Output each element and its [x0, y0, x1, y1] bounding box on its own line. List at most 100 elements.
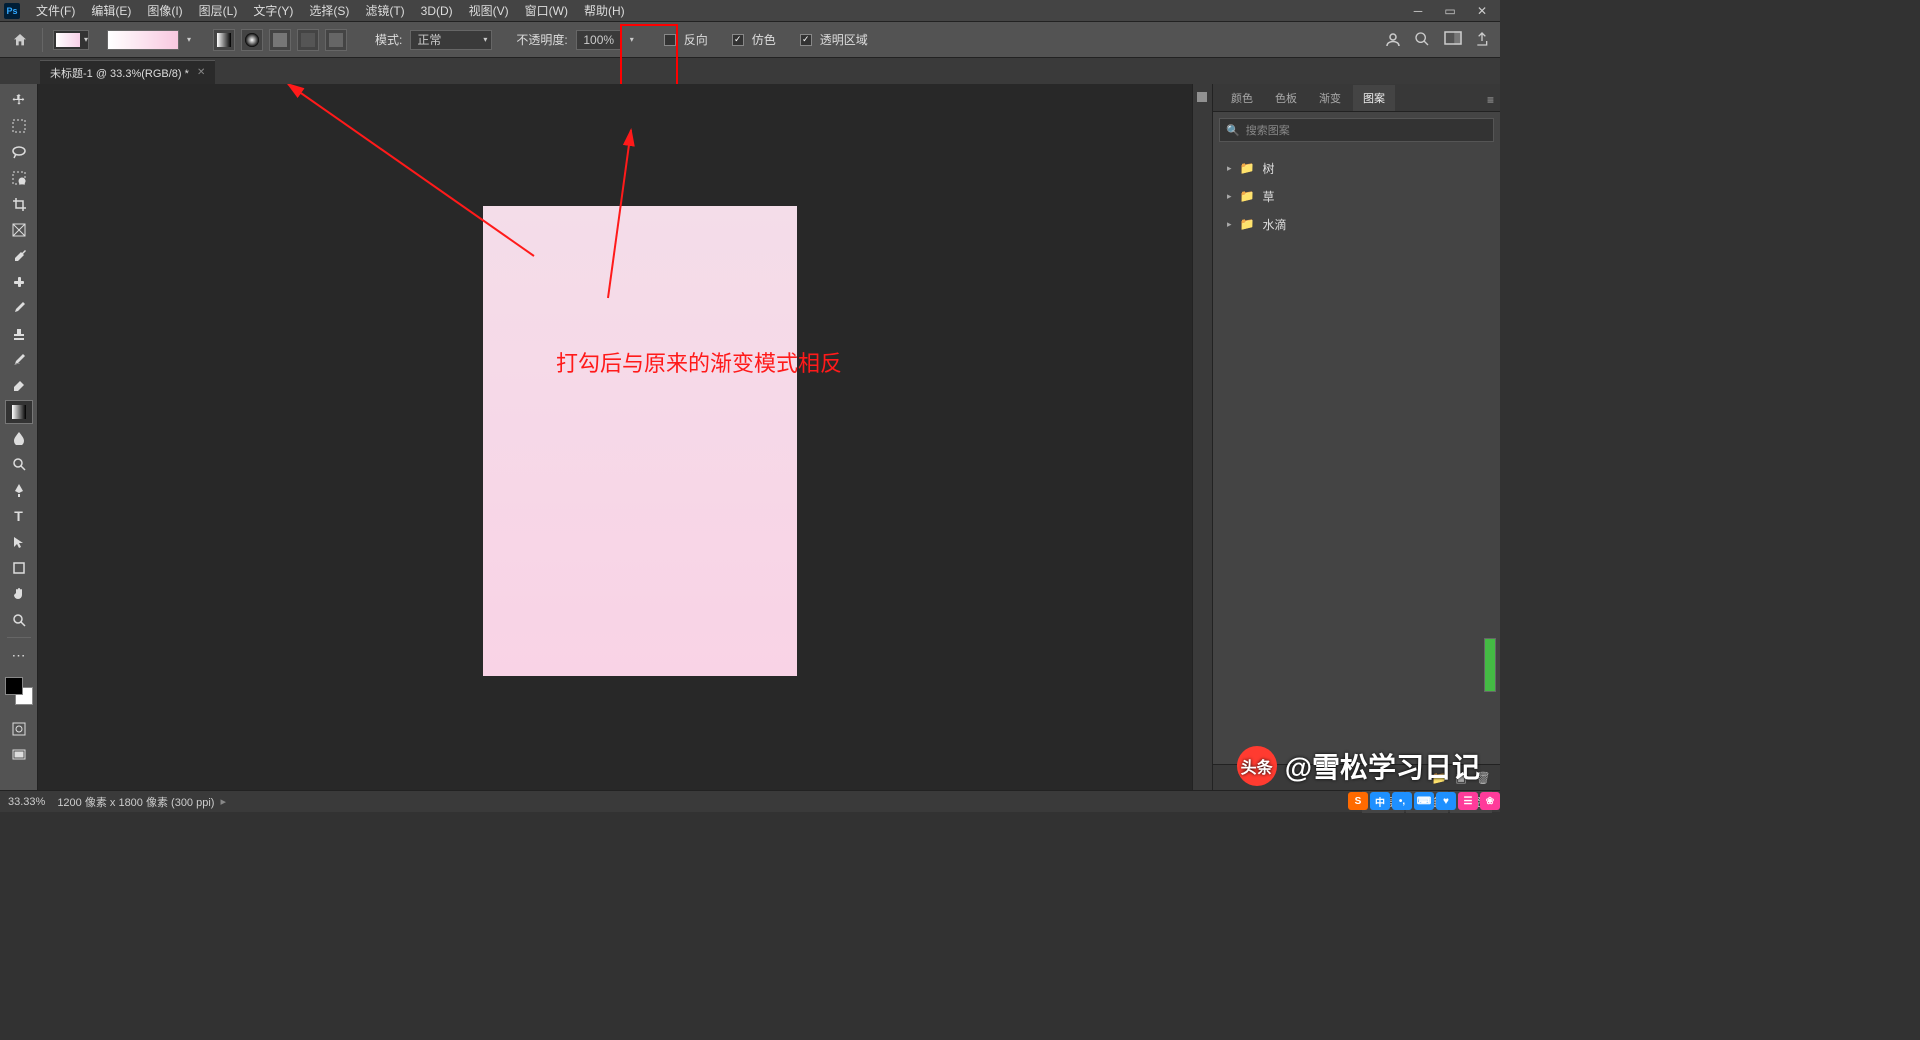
panel-tab-patterns[interactable]: 图案 — [1353, 85, 1395, 111]
menu-edit[interactable]: 编辑(E) — [83, 0, 139, 22]
gradient-diamond-button[interactable] — [325, 29, 347, 51]
document-canvas[interactable] — [483, 206, 797, 676]
color-swatches[interactable] — [5, 677, 33, 705]
toolbox: T ⋯ — [0, 84, 38, 790]
gradient-tool-swatch[interactable]: ▾ — [53, 30, 89, 50]
document-tab[interactable]: 未标题-1 @ 33.3%(RGB/8) * ✕ — [40, 60, 215, 84]
opacity-arrow[interactable]: ▾ — [630, 35, 634, 44]
workspace-icon[interactable] — [1444, 31, 1462, 49]
menu-filter[interactable]: 滤镜(T) — [357, 0, 412, 22]
healing-tool[interactable] — [5, 270, 33, 294]
menu-file[interactable]: 文件(F) — [28, 0, 83, 22]
gradient-angle-button[interactable] — [269, 29, 291, 51]
panel-tab-gradients[interactable]: 渐变 — [1309, 85, 1351, 111]
panel-strip-icon[interactable] — [1195, 90, 1211, 106]
gradient-radial-button[interactable] — [241, 29, 263, 51]
pattern-search-input[interactable]: 🔍 搜索图案 — [1219, 118, 1494, 142]
move-tool[interactable] — [5, 88, 33, 112]
menu-help[interactable]: 帮助(H) — [576, 0, 633, 22]
patterns-panel-body: 🔍 搜索图案 ▸ 📁 树 ▸ 📁 草 ▸ 📁 水滴 — [1213, 112, 1500, 764]
ime-tool-button[interactable]: ❀ — [1480, 792, 1500, 810]
transparency-label: 透明区域 — [818, 31, 870, 48]
document-tab-title: 未标题-1 @ 33.3%(RGB/8) * — [50, 65, 189, 81]
watermark: 头条 @雪松学习日记 — [1237, 746, 1480, 786]
zoom-level[interactable]: 33.33% — [8, 796, 45, 808]
gradient-preview[interactable] — [107, 30, 179, 50]
eyedropper-tool[interactable] — [5, 244, 33, 268]
menu-image[interactable]: 图像(I) — [139, 0, 190, 22]
ime-sogou-icon[interactable]: S — [1348, 792, 1368, 810]
lasso-tool[interactable] — [5, 140, 33, 164]
ime-menu-button[interactable]: ☰ — [1458, 792, 1478, 810]
frame-tool[interactable] — [5, 218, 33, 242]
pattern-folder[interactable]: ▸ 📁 草 — [1219, 182, 1494, 210]
close-button[interactable]: ✕ — [1468, 2, 1496, 20]
quick-mask-button[interactable] — [5, 717, 33, 741]
doc-info-arrow[interactable]: ▸ — [220, 795, 226, 808]
zoom-tool[interactable] — [5, 608, 33, 632]
stamp-tool[interactable] — [5, 322, 33, 346]
menu-view[interactable]: 视图(V) — [461, 0, 517, 22]
chevron-right-icon: ▸ — [1227, 163, 1232, 174]
document-tab-bar: 未标题-1 @ 33.3%(RGB/8) * ✕ — [0, 58, 1500, 84]
menu-layer[interactable]: 图层(L) — [191, 0, 246, 22]
ime-skin-button[interactable]: ♥ — [1436, 792, 1456, 810]
cloud-user-icon[interactable] — [1384, 31, 1402, 49]
brush-tool[interactable] — [5, 296, 33, 320]
gradient-picker-arrow[interactable]: ▾ — [187, 35, 191, 44]
marquee-tool[interactable] — [5, 114, 33, 138]
ime-toolbar: S 中 •, ⌨ ♥ ☰ ❀ — [1348, 790, 1500, 812]
canvas-area[interactable]: 打勾后与原来的渐变模式相反 — [38, 84, 1192, 790]
dither-checkbox[interactable] — [732, 34, 744, 46]
dither-label: 仿色 — [750, 31, 778, 48]
ime-punct-button[interactable]: •, — [1392, 792, 1412, 810]
ime-lang-button[interactable]: 中 — [1370, 792, 1390, 810]
menu-bar: Ps 文件(F) 编辑(E) 图像(I) 图层(L) 文字(Y) 选择(S) 滤… — [0, 0, 1500, 22]
home-icon[interactable] — [8, 28, 32, 52]
screen-mode-button[interactable] — [5, 743, 33, 767]
app-logo-icon: Ps — [4, 3, 20, 19]
gradient-reflected-button[interactable] — [297, 29, 319, 51]
path-select-tool[interactable] — [5, 530, 33, 554]
foreground-color-swatch[interactable] — [5, 677, 23, 695]
chevron-right-icon: ▸ — [1227, 191, 1232, 202]
collapsed-panel-strip[interactable] — [1192, 84, 1212, 790]
type-tool[interactable]: T — [5, 504, 33, 528]
pattern-folder[interactable]: ▸ 📁 水滴 — [1219, 210, 1494, 238]
menu-3d[interactable]: 3D(D) — [413, 1, 461, 21]
menu-select[interactable]: 选择(S) — [301, 0, 357, 22]
folder-icon: 📁 — [1240, 189, 1255, 203]
opacity-input[interactable]: 100% — [576, 30, 622, 50]
ime-keyboard-button[interactable]: ⌨ — [1414, 792, 1434, 810]
transparency-checkbox[interactable] — [800, 34, 812, 46]
right-panels: 颜色 色板 渐变 图案 ≡ 🔍 搜索图案 ▸ 📁 树 ▸ 📁 草 — [1212, 84, 1500, 790]
gradient-tool[interactable] — [5, 400, 33, 424]
opacity-label: 不透明度: — [514, 31, 569, 48]
eraser-tool[interactable] — [5, 374, 33, 398]
crop-tool[interactable] — [5, 192, 33, 216]
search-placeholder: 搜索图案 — [1246, 122, 1290, 138]
pen-tool[interactable] — [5, 478, 33, 502]
share-icon[interactable] — [1474, 31, 1492, 49]
gradient-linear-button[interactable] — [213, 29, 235, 51]
hand-tool[interactable] — [5, 582, 33, 606]
reverse-checkbox[interactable] — [664, 34, 676, 46]
edit-toolbar-button[interactable]: ⋯ — [5, 643, 33, 667]
dodge-tool[interactable] — [5, 452, 33, 476]
close-tab-icon[interactable]: ✕ — [197, 67, 205, 78]
panel-tab-color[interactable]: 颜色 — [1221, 85, 1263, 111]
panel-tab-swatches[interactable]: 色板 — [1265, 85, 1307, 111]
minimize-button[interactable]: ─ — [1404, 2, 1432, 20]
quick-select-tool[interactable] — [5, 166, 33, 190]
panel-menu-icon[interactable]: ≡ — [1481, 89, 1500, 111]
search-icon[interactable] — [1414, 31, 1432, 49]
blend-mode-select[interactable]: 正常▾ — [410, 30, 492, 50]
menu-window[interactable]: 窗口(W) — [517, 0, 576, 22]
shape-tool[interactable] — [5, 556, 33, 580]
blur-tool[interactable] — [5, 426, 33, 450]
pattern-folder[interactable]: ▸ 📁 树 — [1219, 154, 1494, 182]
maximize-button[interactable]: ▭ — [1436, 2, 1464, 20]
menu-type[interactable]: 文字(Y) — [245, 0, 301, 22]
folder-icon: 📁 — [1240, 217, 1255, 231]
history-brush-tool[interactable] — [5, 348, 33, 372]
